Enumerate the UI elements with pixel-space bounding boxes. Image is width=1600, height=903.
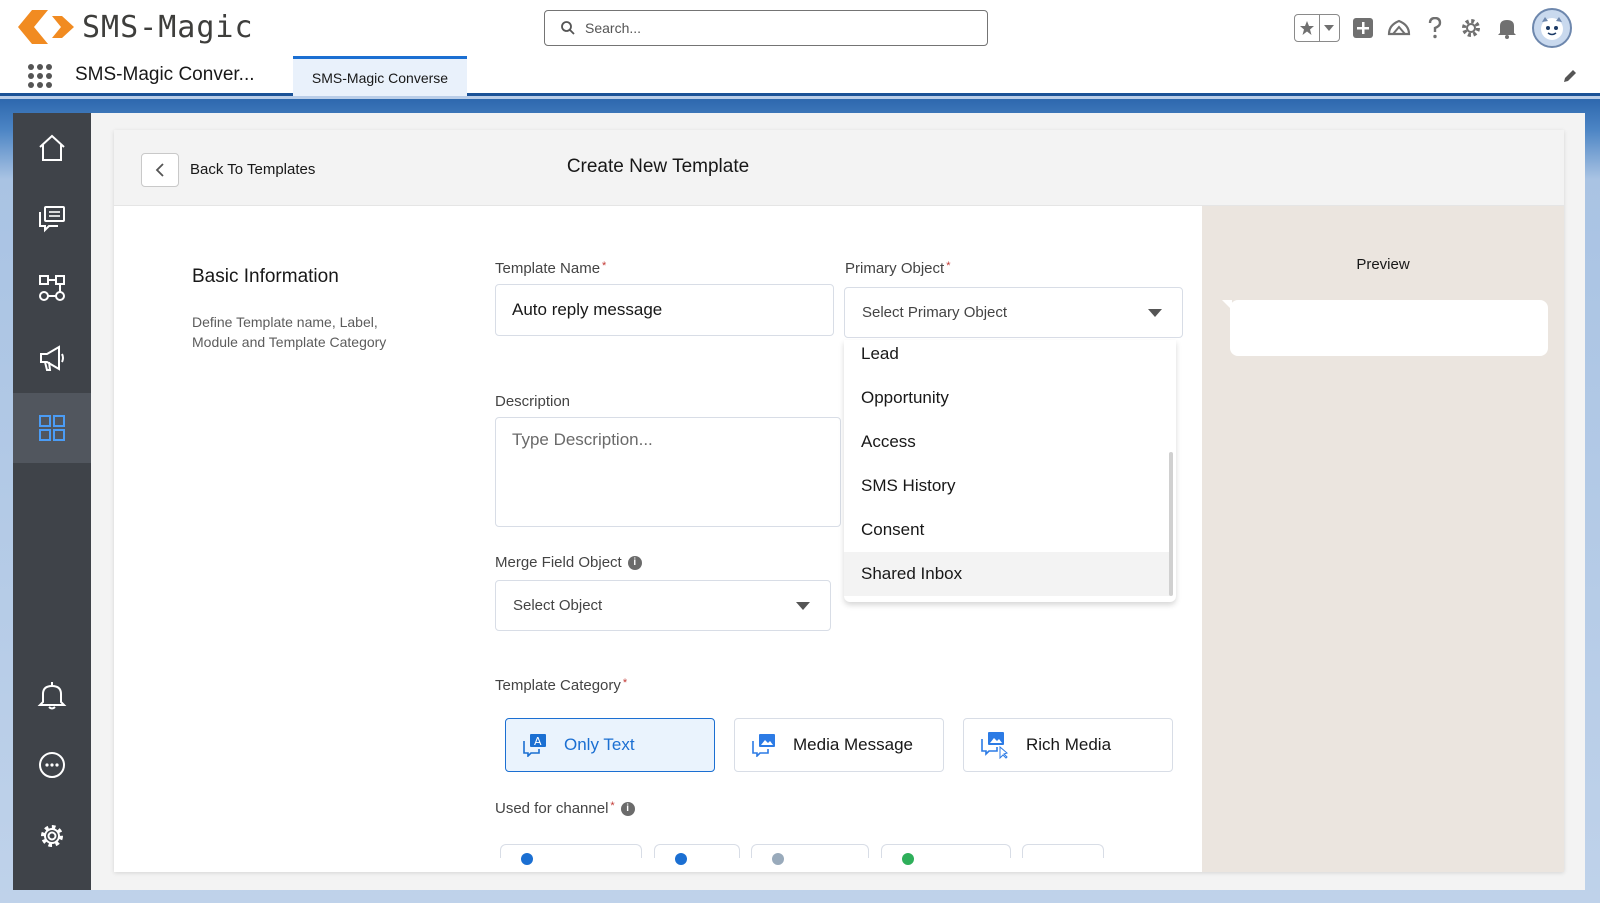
sidebar-item-alerts[interactable]: [13, 660, 91, 730]
category-label: Rich Media: [1026, 735, 1112, 754]
category-media-message-button[interactable]: Media Message: [734, 718, 944, 772]
automation-icon: [39, 275, 65, 301]
more-icon: [39, 752, 65, 778]
app-launcher-icon[interactable]: [28, 64, 52, 88]
svg-text:A: A: [534, 735, 542, 748]
template-name-input[interactable]: Auto reply message: [495, 284, 834, 336]
astro-avatar-icon: [1541, 17, 1563, 40]
global-search[interactable]: [544, 10, 988, 46]
app-name: SMS-Magic Conver...: [75, 64, 255, 85]
global-add-icon[interactable]: [1350, 15, 1376, 41]
favorites-dropdown-icon[interactable]: [1320, 15, 1339, 41]
dropdown-option-shared-inbox[interactable]: Shared Inbox: [844, 552, 1170, 596]
settings-gear-icon: [41, 825, 63, 847]
primary-object-placeholder: Select Primary Object: [862, 304, 1008, 321]
sms-magic-logo[interactable]: SMS-Magic: [18, 8, 254, 46]
global-header: SMS-Magic: [0, 0, 1600, 56]
preview-pane: Preview: [1202, 206, 1564, 872]
dropdown-option-access[interactable]: Access: [844, 420, 1170, 464]
category-only-text-button[interactable]: A Only Text: [505, 718, 715, 772]
description-textarea[interactable]: Type Description...: [495, 417, 841, 527]
header-icon-bar: [1294, 8, 1572, 48]
description-label: Description: [495, 393, 571, 410]
category-label: Only Text: [564, 735, 635, 754]
converse-sidebar: [13, 113, 91, 890]
info-icon[interactable]: i: [627, 556, 642, 571]
notifications-bell-icon[interactable]: [1494, 15, 1520, 41]
primary-object-label: Primary Object *: [845, 260, 951, 277]
only-text-icon: A: [523, 734, 546, 757]
template-name-label: Template Name *: [495, 260, 607, 277]
used-for-channel-label: Used for channel * i: [495, 800, 635, 817]
channel-option[interactable]: [654, 844, 740, 865]
section-title: Basic Information: [192, 266, 339, 287]
info-icon[interactable]: i: [620, 802, 635, 817]
home-icon: [39, 134, 65, 161]
template-category-label: Template Category *: [495, 677, 628, 694]
primary-object-select[interactable]: Select Primary Object: [844, 287, 1183, 338]
search-input[interactable]: [585, 20, 965, 36]
rich-media-icon: [981, 732, 1008, 759]
sidebar-item-conversations[interactable]: [13, 183, 91, 253]
favorites-star-icon[interactable]: [1295, 15, 1320, 41]
channel-option[interactable]: [500, 844, 642, 865]
logo-mark-icon: [18, 10, 74, 44]
category-rich-media-button[interactable]: Rich Media: [963, 718, 1173, 772]
preview-title: Preview: [1356, 256, 1410, 273]
sidebar-item-campaigns[interactable]: [13, 323, 91, 393]
app-navigation-bar: SMS-Magic Conver... SMS-Magic Converse: [0, 56, 1600, 96]
sidebar-item-home[interactable]: [13, 113, 91, 183]
dropdown-option-lead[interactable]: Lead: [844, 340, 1170, 376]
setup-gear-icon[interactable]: [1458, 15, 1484, 41]
campaign-megaphone-icon: [40, 345, 64, 371]
channel-option[interactable]: [881, 844, 1011, 865]
sidebar-item-templates[interactable]: [13, 393, 91, 463]
alerts-bell-icon: [37, 682, 67, 710]
help-icon[interactable]: [1422, 15, 1448, 41]
templates-grid-icon: [39, 415, 65, 441]
logo-text: SMS-Magic: [82, 9, 254, 45]
create-template-card: Back To Templates Create New Template Pr…: [114, 130, 1564, 872]
trailhead-icon[interactable]: [1386, 15, 1412, 41]
required-asterisk: *: [946, 260, 951, 272]
preview-message-bubble: [1222, 300, 1548, 356]
user-avatar[interactable]: [1532, 8, 1572, 48]
category-label: Media Message: [793, 735, 914, 754]
required-asterisk: *: [622, 677, 628, 689]
media-message-icon: [752, 734, 775, 757]
sidebar-item-automation[interactable]: [13, 253, 91, 323]
card-header: Back To Templates Create New Template: [114, 130, 1564, 206]
tab-sms-magic-converse[interactable]: SMS-Magic Converse: [293, 56, 467, 96]
channel-option[interactable]: [1022, 844, 1104, 858]
merge-field-object-label: Merge Field Object i: [495, 554, 642, 571]
favorites-group: [1294, 14, 1340, 42]
section-description: Define Template name, Label, Module and …: [192, 314, 387, 350]
search-icon: [561, 21, 575, 35]
edit-nav-pencil-icon[interactable]: [1562, 68, 1578, 89]
primary-object-dropdown: Lead Opportunity Access SMS History Cons…: [844, 340, 1176, 602]
required-asterisk: *: [602, 260, 607, 272]
dropdown-option-consent[interactable]: Consent: [844, 508, 1170, 552]
dropdown-scrollbar[interactable]: [1169, 452, 1173, 596]
merge-field-placeholder: Select Object: [513, 597, 603, 614]
channel-option[interactable]: [751, 844, 869, 865]
required-asterisk: *: [610, 800, 615, 812]
sidebar-item-settings[interactable]: [13, 801, 91, 871]
chevron-down-icon: [1148, 308, 1162, 317]
page-title: Create New Template: [566, 156, 750, 177]
chevron-down-icon: [796, 601, 810, 610]
merge-field-object-select[interactable]: Select Object: [495, 580, 831, 631]
sidebar-item-more[interactable]: [13, 730, 91, 800]
dropdown-option-sms-history[interactable]: SMS History: [844, 464, 1170, 508]
conversations-icon: [39, 206, 65, 233]
dropdown-option-opportunity[interactable]: Opportunity: [844, 376, 1170, 420]
